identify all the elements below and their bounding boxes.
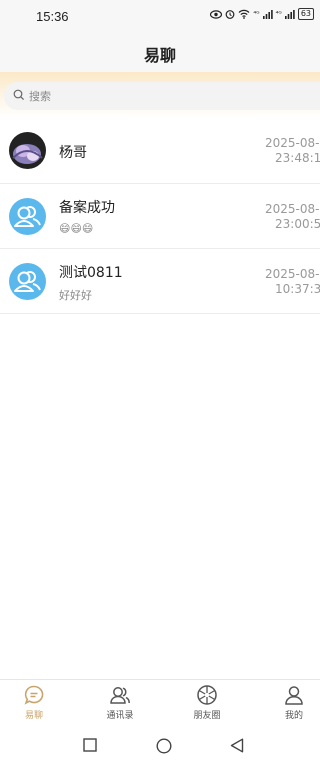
conversation-timestamp: 2025-08- 23:00:5	[265, 202, 320, 232]
tab-chat[interactable]: 易聊	[4, 684, 64, 721]
home-button[interactable]	[156, 738, 172, 754]
status-bar: 15:36 ⁴ᴳ ⁴ᴳ 63	[0, 0, 320, 34]
system-navigation-bar	[0, 727, 320, 760]
signal-icon	[262, 9, 273, 19]
page-title: 易聊	[143, 46, 176, 65]
app-header: 易聊	[0, 34, 320, 72]
person-icon	[14, 271, 41, 292]
back-button[interactable]	[230, 738, 244, 753]
status-time: 15:36	[36, 9, 69, 24]
tab-contacts[interactable]: 通讯录	[90, 684, 150, 721]
person-icon	[14, 206, 41, 227]
conversation-date: 2025-08-	[265, 202, 320, 216]
tab-label: 通讯录	[106, 711, 134, 721]
signal-label-1: ⁴ᴳ	[253, 10, 260, 18]
conversation-item[interactable]: 杨哥 2025-08- 23:48:1	[0, 118, 320, 184]
avatar	[9, 132, 46, 169]
wifi-icon	[238, 9, 250, 19]
tab-label: 易聊	[24, 711, 43, 721]
conversation-name: 备案成功	[59, 200, 115, 216]
contacts-icon	[110, 687, 130, 704]
search-area: 搜索	[0, 72, 320, 118]
bottom-tab-bar: 易聊 通讯录 朋友圈 我的	[0, 679, 320, 728]
conversation-item[interactable]: 测试0811 好好好 2025-08- 10:37:3	[0, 249, 320, 314]
tab-moments[interactable]: 朋友圈	[177, 684, 237, 721]
conversation-name: 杨哥	[59, 145, 87, 161]
signal-label-2: ⁴ᴳ	[275, 10, 282, 18]
search-input[interactable]: 搜索	[4, 82, 320, 110]
conversation-time: 23:48:1	[275, 151, 320, 165]
avatar	[9, 198, 46, 235]
tab-label: 我的	[284, 711, 303, 721]
conversation-last-message: 😄😄😄	[59, 222, 94, 235]
moments-icon	[197, 685, 217, 705]
signal-icon-2	[284, 9, 295, 19]
tab-profile[interactable]: 我的	[264, 684, 320, 721]
avatar	[9, 263, 46, 300]
conversation-timestamp: 2025-08- 10:37:3	[265, 267, 320, 297]
conversation-date: 2025-08-	[265, 136, 320, 150]
search-icon	[13, 89, 25, 101]
status-icons: ⁴ᴳ ⁴ᴳ 63	[210, 8, 314, 20]
search-placeholder: 搜索	[29, 90, 51, 103]
battery-icon: 63	[297, 8, 314, 20]
profile-icon	[285, 686, 303, 705]
alarm-icon	[225, 10, 235, 19]
conversation-name: 测试0811	[59, 265, 123, 281]
tab-label: 朋友圈	[193, 711, 221, 721]
recent-apps-button[interactable]	[83, 738, 97, 752]
conversation-timestamp: 2025-08- 23:48:1	[265, 136, 320, 166]
conversation-time: 10:37:3	[275, 282, 320, 296]
conversation-time: 23:00:5	[275, 217, 320, 231]
conversation-item[interactable]: 备案成功 😄😄😄 2025-08- 23:00:5	[0, 184, 320, 249]
conversation-date: 2025-08-	[265, 267, 320, 281]
chat-bubble-icon	[24, 685, 44, 705]
eye-icon	[210, 9, 223, 19]
conversation-last-message: 好好好	[59, 289, 92, 302]
conversation-list: 杨哥 2025-08- 23:48:1 备案成功 😄😄😄 2025-08- 23…	[0, 118, 320, 314]
